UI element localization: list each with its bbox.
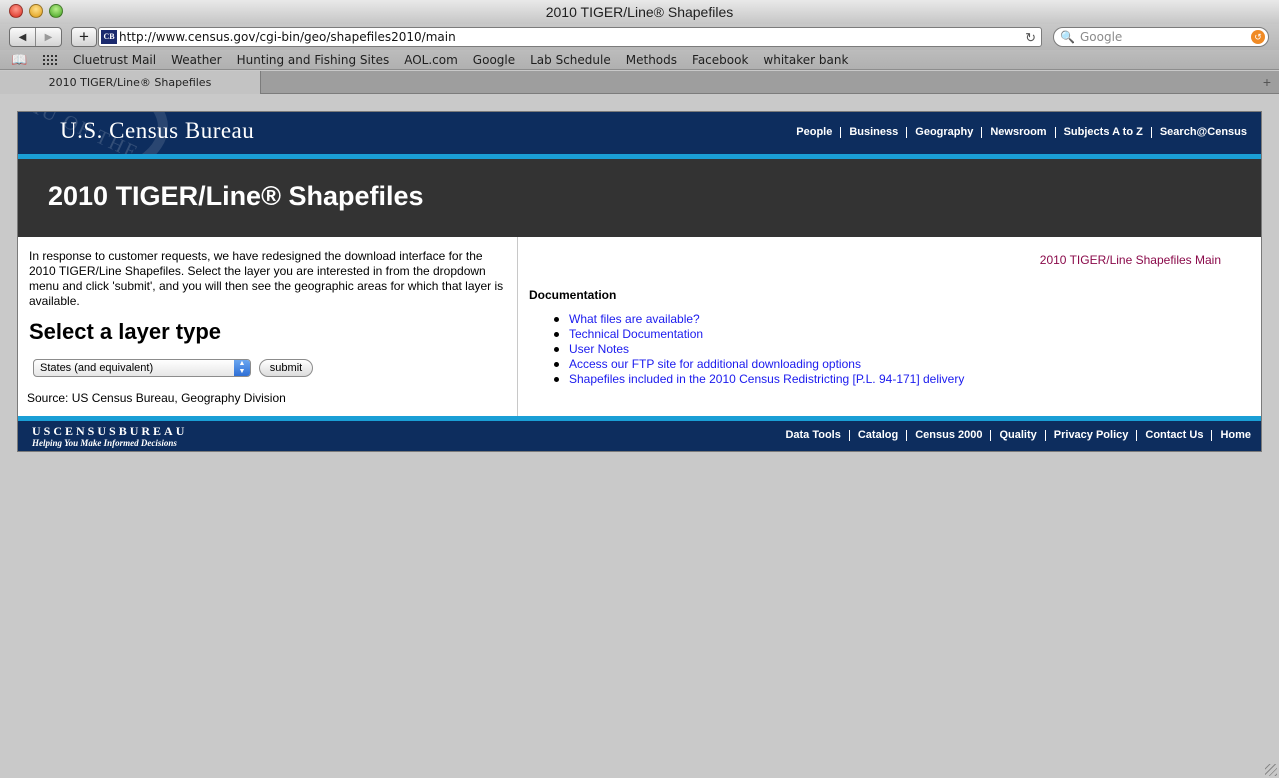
back-button[interactable]: ◀: [10, 28, 36, 46]
tab-bar: 2010 TIGER/Line® Shapefiles +: [0, 71, 1279, 94]
bookmark-item[interactable]: AOL.com: [404, 50, 458, 70]
documentation-heading: Documentation: [529, 288, 617, 302]
search-icon: 🔍: [1060, 30, 1075, 44]
nav-divider: [1044, 429, 1046, 441]
page-banner: 2010 TIGER/Line® Shapefiles: [18, 159, 1261, 237]
bookmark-item[interactable]: Hunting and Fishing Sites: [237, 50, 390, 70]
redistricting-link[interactable]: Shapefiles included in the 2010 Census R…: [569, 372, 964, 386]
nav-geography[interactable]: Geography: [915, 126, 973, 138]
site-logo[interactable]: U.S. Census Bureau: [60, 118, 254, 144]
nav-divider: [1136, 429, 1138, 441]
search-placeholder: Google: [1080, 30, 1123, 44]
list-item: What files are available?: [552, 312, 964, 327]
nav-divider: [906, 126, 908, 138]
nav-divider: [848, 429, 850, 441]
nav-business[interactable]: Business: [849, 126, 898, 138]
footer-census-2000[interactable]: Census 2000: [915, 429, 982, 441]
zoom-window-icon[interactable]: [49, 4, 63, 18]
list-item: Access our FTP site for additional downl…: [552, 357, 964, 372]
footer-home[interactable]: Home: [1220, 429, 1251, 441]
nav-search-census[interactable]: Search@Census: [1160, 126, 1247, 138]
nav-people[interactable]: People: [796, 126, 832, 138]
nav-divider: [1211, 429, 1213, 441]
footer-catalog[interactable]: Catalog: [858, 429, 898, 441]
bookmark-item[interactable]: Google: [473, 50, 515, 70]
bookmark-item[interactable]: Lab Schedule: [530, 50, 611, 70]
user-notes-link[interactable]: User Notes: [569, 342, 629, 356]
footer-nav: Data Tools Catalog Census 2000 Quality P…: [785, 429, 1251, 441]
top-nav: People Business Geography Newsroom Subje…: [796, 126, 1247, 138]
address-bar[interactable]: CB http://www.census.gov/cgi-bin/geo/sha…: [98, 27, 1042, 47]
snapback-icon[interactable]: ↺: [1251, 30, 1265, 44]
footer-data-tools[interactable]: Data Tools: [785, 429, 840, 441]
window-titlebar: 2010 TIGER/Line® Shapefiles: [0, 0, 1279, 24]
source-note: Source: US Census Bureau, Geography Divi…: [27, 391, 286, 405]
layer-selection-panel: In response to customer requests, we hav…: [18, 237, 518, 416]
tab-label: 2010 TIGER/Line® Shapefiles: [48, 76, 212, 89]
main-content: In response to customer requests, we hav…: [18, 237, 1261, 416]
web-page: AU OF THE U.S. Census Bureau People Busi…: [17, 111, 1262, 452]
list-item: Technical Documentation: [552, 327, 964, 342]
documentation-links: What files are available? Technical Docu…: [552, 312, 964, 387]
select-arrows-icon: ▲ ▼: [234, 360, 250, 376]
bookmark-list: Cluetrust Mail Weather Hunting and Fishi…: [73, 50, 848, 70]
footer-tagline: Helping You Make Informed Decisions: [32, 438, 177, 448]
window-title: 2010 TIGER/Line® Shapefiles: [545, 4, 734, 20]
window-resize-handle[interactable]: [1265, 764, 1277, 776]
nav-divider: [990, 429, 992, 441]
list-item: User Notes: [552, 342, 964, 357]
footer-logo[interactable]: USCENSUSBUREAU: [32, 425, 187, 437]
nav-divider: [981, 126, 983, 138]
bookmark-item[interactable]: Weather: [171, 50, 222, 70]
forward-button[interactable]: ▶: [36, 28, 61, 46]
nav-divider: [840, 126, 842, 138]
site-header: AU OF THE U.S. Census Bureau People Busi…: [18, 112, 1261, 154]
footer-quality[interactable]: Quality: [999, 429, 1036, 441]
footer-contact-us[interactable]: Contact Us: [1145, 429, 1203, 441]
close-window-icon[interactable]: [9, 4, 23, 18]
intro-text: In response to customer requests, we hav…: [29, 249, 504, 308]
list-item: Shapefiles included in the 2010 Census R…: [552, 372, 964, 387]
bookmark-item[interactable]: Methods: [626, 50, 677, 70]
documentation-panel: 2010 TIGER/Line Shapefiles Main Document…: [519, 237, 1261, 416]
add-bookmark-button[interactable]: +: [71, 27, 97, 47]
browser-toolbar: ◀ ▶ + CB http://www.census.gov/cgi-bin/g…: [0, 24, 1279, 50]
nav-newsroom[interactable]: Newsroom: [990, 126, 1046, 138]
url-text[interactable]: http://www.census.gov/cgi-bin/geo/shapef…: [119, 29, 456, 46]
layer-select-value: States (and equivalent): [40, 362, 154, 374]
bookmark-item[interactable]: Cluetrust Mail: [73, 50, 156, 70]
select-layer-heading: Select a layer type: [29, 319, 222, 344]
ftp-site-link[interactable]: Access our FTP site for additional downl…: [569, 357, 861, 371]
shapefiles-main-link[interactable]: 2010 TIGER/Line Shapefiles Main: [1040, 253, 1221, 267]
bookmarks-book-icon[interactable]: 📖: [11, 53, 27, 67]
footer-privacy-policy[interactable]: Privacy Policy: [1054, 429, 1129, 441]
nav-divider: [906, 429, 908, 441]
nav-divider: [1150, 126, 1152, 138]
new-tab-icon[interactable]: +: [1263, 72, 1271, 92]
reload-icon[interactable]: ↻: [1025, 29, 1036, 46]
top-sites-grid-icon[interactable]: [42, 54, 58, 66]
bookmarks-bar: 📖 Cluetrust Mail Weather Hunting and Fis…: [0, 50, 1279, 70]
search-field[interactable]: 🔍 Google ↺: [1053, 27, 1269, 47]
technical-docs-link[interactable]: Technical Documentation: [569, 327, 703, 341]
what-files-link[interactable]: What files are available?: [569, 312, 700, 326]
nav-buttons: ◀ ▶: [9, 27, 62, 47]
site-favicon-icon: CB: [101, 30, 117, 44]
nav-subjects[interactable]: Subjects A to Z: [1064, 126, 1143, 138]
bookmark-item[interactable]: Facebook: [692, 50, 748, 70]
bookmark-item[interactable]: whitaker bank: [763, 50, 848, 70]
tab-active[interactable]: 2010 TIGER/Line® Shapefiles: [0, 71, 261, 94]
site-footer: USCENSUSBUREAU Helping You Make Informed…: [18, 421, 1261, 451]
minimize-window-icon[interactable]: [29, 4, 43, 18]
nav-divider: [1054, 126, 1056, 138]
submit-button[interactable]: submit: [259, 359, 313, 377]
page-title: 2010 TIGER/Line® Shapefiles: [48, 181, 424, 211]
layer-type-select[interactable]: States (and equivalent) ▲ ▼: [33, 359, 251, 377]
